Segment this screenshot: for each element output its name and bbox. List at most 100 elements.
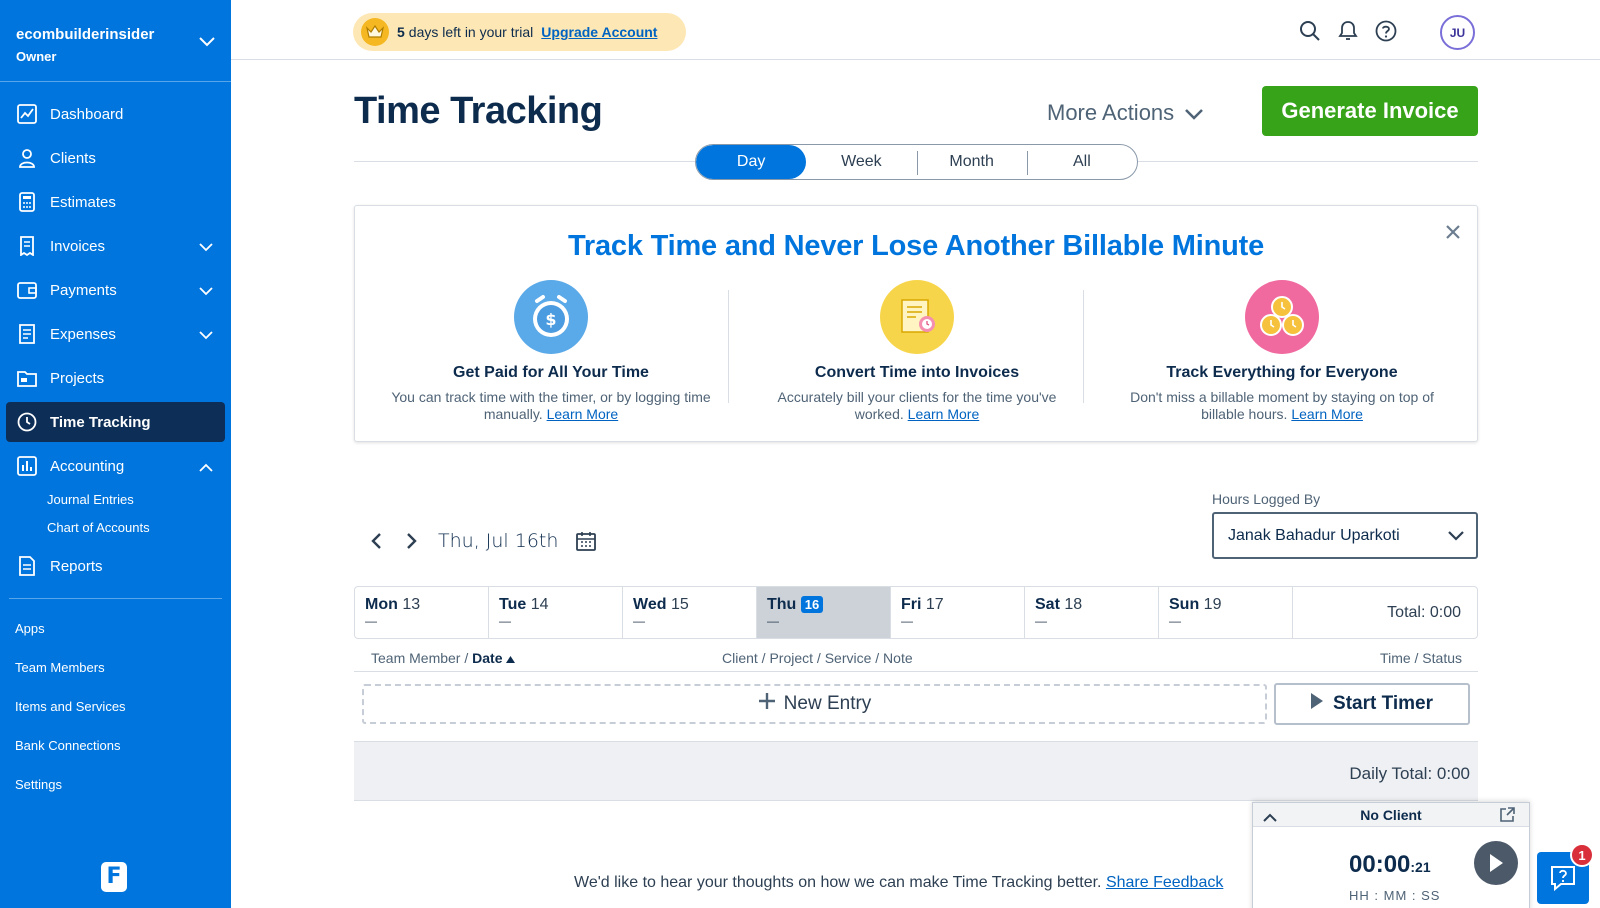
team-clocks-icon: [1245, 280, 1319, 354]
learn-more-link[interactable]: Learn More: [908, 406, 980, 422]
tab-day[interactable]: Day: [696, 145, 807, 179]
timer-widget: No Client 00:00:21 HH : MM : SS: [1252, 802, 1530, 908]
search-icon[interactable]: [1298, 19, 1322, 43]
crown-icon: [361, 18, 389, 46]
sidebar-item-accounting[interactable]: Accounting: [6, 446, 225, 486]
upgrade-account-link[interactable]: Upgrade Account: [541, 24, 657, 40]
new-entry-button[interactable]: New Entry: [362, 684, 1267, 724]
promo-title: Track Time and Never Lose Another Billab…: [567, 230, 1265, 262]
avatar[interactable]: JU: [1440, 15, 1475, 50]
generate-invoice-button[interactable]: Generate Invoice: [1262, 86, 1478, 136]
sidebar-item-label: Time Tracking: [50, 413, 151, 431]
chevron-up-icon[interactable]: [1263, 806, 1277, 830]
trial-banner: 5 days left in your trial Upgrade Accoun…: [353, 13, 686, 51]
feature-title: Convert Time into Invoices: [814, 364, 1020, 381]
chevron-right-icon[interactable]: [398, 527, 426, 555]
timer-play-button[interactable]: [1474, 841, 1518, 885]
feature-text: Don't miss a billable moment by staying …: [1130, 389, 1434, 422]
close-icon[interactable]: [1445, 220, 1461, 246]
sidebar-item-bank-connections[interactable]: Bank Connections: [0, 726, 231, 765]
external-link-icon[interactable]: [1499, 806, 1515, 830]
feature-divider: [1083, 290, 1084, 403]
timer-display: 00:00:21: [1349, 851, 1431, 878]
sidebar-item-label: Clients: [50, 149, 96, 167]
chevron-down-icon[interactable]: [199, 239, 213, 256]
play-icon: [1490, 854, 1503, 872]
timer-widget-header[interactable]: No Client: [1253, 803, 1529, 827]
more-actions-label: More Actions: [1047, 100, 1175, 125]
feature-divider: [728, 290, 729, 403]
day-cell[interactable]: Sat 18—: [1025, 587, 1159, 638]
tab-week[interactable]: Week: [806, 145, 916, 179]
help-icon[interactable]: [1374, 19, 1398, 43]
sidebar-item-settings[interactable]: Settings: [0, 765, 231, 804]
plus-icon: [758, 692, 776, 716]
chevron-down-icon[interactable]: [199, 327, 213, 344]
sidebar-item-expenses[interactable]: Expenses: [6, 314, 225, 354]
sidebar-item-items-services[interactable]: Items and Services: [0, 687, 231, 726]
page-title: Time Tracking: [354, 90, 603, 132]
daily-total-bar: Daily Total: 0:00: [354, 741, 1478, 801]
sidebar-item-clients[interactable]: Clients: [6, 138, 225, 178]
view-tabs: Day Week Month All: [695, 144, 1138, 180]
daily-total: Daily Total: 0:00: [1349, 764, 1470, 783]
learn-more-link[interactable]: Learn More: [547, 406, 619, 422]
sidebar-item-apps[interactable]: Apps: [0, 609, 231, 648]
sidebar-item-label: Accounting: [50, 457, 125, 475]
share-feedback-link[interactable]: Share Feedback: [1106, 874, 1223, 891]
sidebar-subitem-journal-entries[interactable]: Journal Entries: [0, 486, 231, 514]
top-bar: 5 days left in your trial Upgrade Accoun…: [231, 0, 1600, 60]
day-cell[interactable]: Mon 13—: [355, 587, 489, 638]
sidebar-subitem-chart-of-accounts[interactable]: Chart of Accounts: [0, 514, 231, 542]
sidebar-item-estimates[interactable]: Estimates: [6, 182, 225, 222]
chat-help-icon: [1551, 866, 1575, 892]
feature-title: Get Paid for All Your Time: [453, 364, 649, 381]
more-actions-button[interactable]: More Actions: [1047, 100, 1204, 126]
svg-text:$: $: [545, 310, 556, 329]
learn-more-link[interactable]: Learn More: [1291, 406, 1363, 422]
day-cell-selected[interactable]: Thu 16—: [757, 587, 891, 638]
account-name: ecombuilderinsider: [16, 26, 155, 43]
chevron-left-icon[interactable]: [362, 527, 390, 555]
hours-logged-select[interactable]: Janak Bahadur Uparkoti: [1212, 512, 1478, 559]
start-timer-label: Start Timer: [1333, 693, 1433, 714]
promo-card: Track Time and Never Lose Another Billab…: [354, 205, 1478, 442]
invoice-icon: [16, 235, 38, 257]
sidebar-item-label: Estimates: [50, 193, 116, 211]
sidebar-divider: [9, 598, 222, 599]
week-total: Total: 0:00: [1387, 603, 1461, 621]
sidebar-nav-reports: Reports: [0, 546, 231, 586]
sidebar-item-dashboard[interactable]: Dashboard: [6, 94, 225, 134]
trial-text: days left in your trial: [408, 24, 534, 40]
day-cell[interactable]: Sun 19—: [1159, 587, 1293, 638]
chevron-down-icon[interactable]: [199, 283, 213, 300]
promo-feature: Convert Time into Invoices Accurately bi…: [735, 280, 1099, 423]
account-switcher[interactable]: ecombuilderinsider Owner: [0, 0, 231, 82]
sidebar-item-label: Payments: [50, 281, 117, 299]
day-cell[interactable]: Fri 17—: [891, 587, 1025, 638]
day-cell[interactable]: Wed 15—: [623, 587, 757, 638]
brand-logo[interactable]: F: [101, 862, 127, 892]
selected-date-badge: 16: [800, 596, 824, 613]
tab-month[interactable]: Month: [916, 145, 1027, 179]
sidebar-item-label: Expenses: [50, 325, 116, 343]
sidebar-item-invoices[interactable]: Invoices: [6, 226, 225, 266]
promo-feature: $ Get Paid for All Your Time You can tra…: [369, 280, 733, 423]
start-timer-button[interactable]: Start Timer: [1274, 683, 1470, 725]
calendar-icon[interactable]: [572, 527, 600, 555]
timer-format: HH : MM : SS: [1349, 888, 1441, 903]
payments-icon: [16, 279, 38, 301]
sidebar-item-projects[interactable]: Projects: [6, 358, 225, 398]
chevron-up-icon[interactable]: [199, 459, 213, 476]
sidebar-item-label: Reports: [50, 557, 103, 575]
chevron-down-icon[interactable]: [199, 34, 215, 52]
day-cell[interactable]: Tue 14—: [489, 587, 623, 638]
bell-icon[interactable]: [1336, 19, 1360, 43]
sidebar-secondary-nav: Apps Team Members Items and Services Ban…: [0, 609, 231, 804]
sidebar-item-time-tracking[interactable]: Time Tracking: [6, 402, 225, 442]
sidebar-item-payments[interactable]: Payments: [6, 270, 225, 310]
tab-all[interactable]: All: [1026, 145, 1137, 179]
sidebar-item-reports[interactable]: Reports: [6, 546, 225, 586]
column-header-date[interactable]: Team Member / Date: [371, 650, 516, 666]
sidebar-item-team-members[interactable]: Team Members: [0, 648, 231, 687]
